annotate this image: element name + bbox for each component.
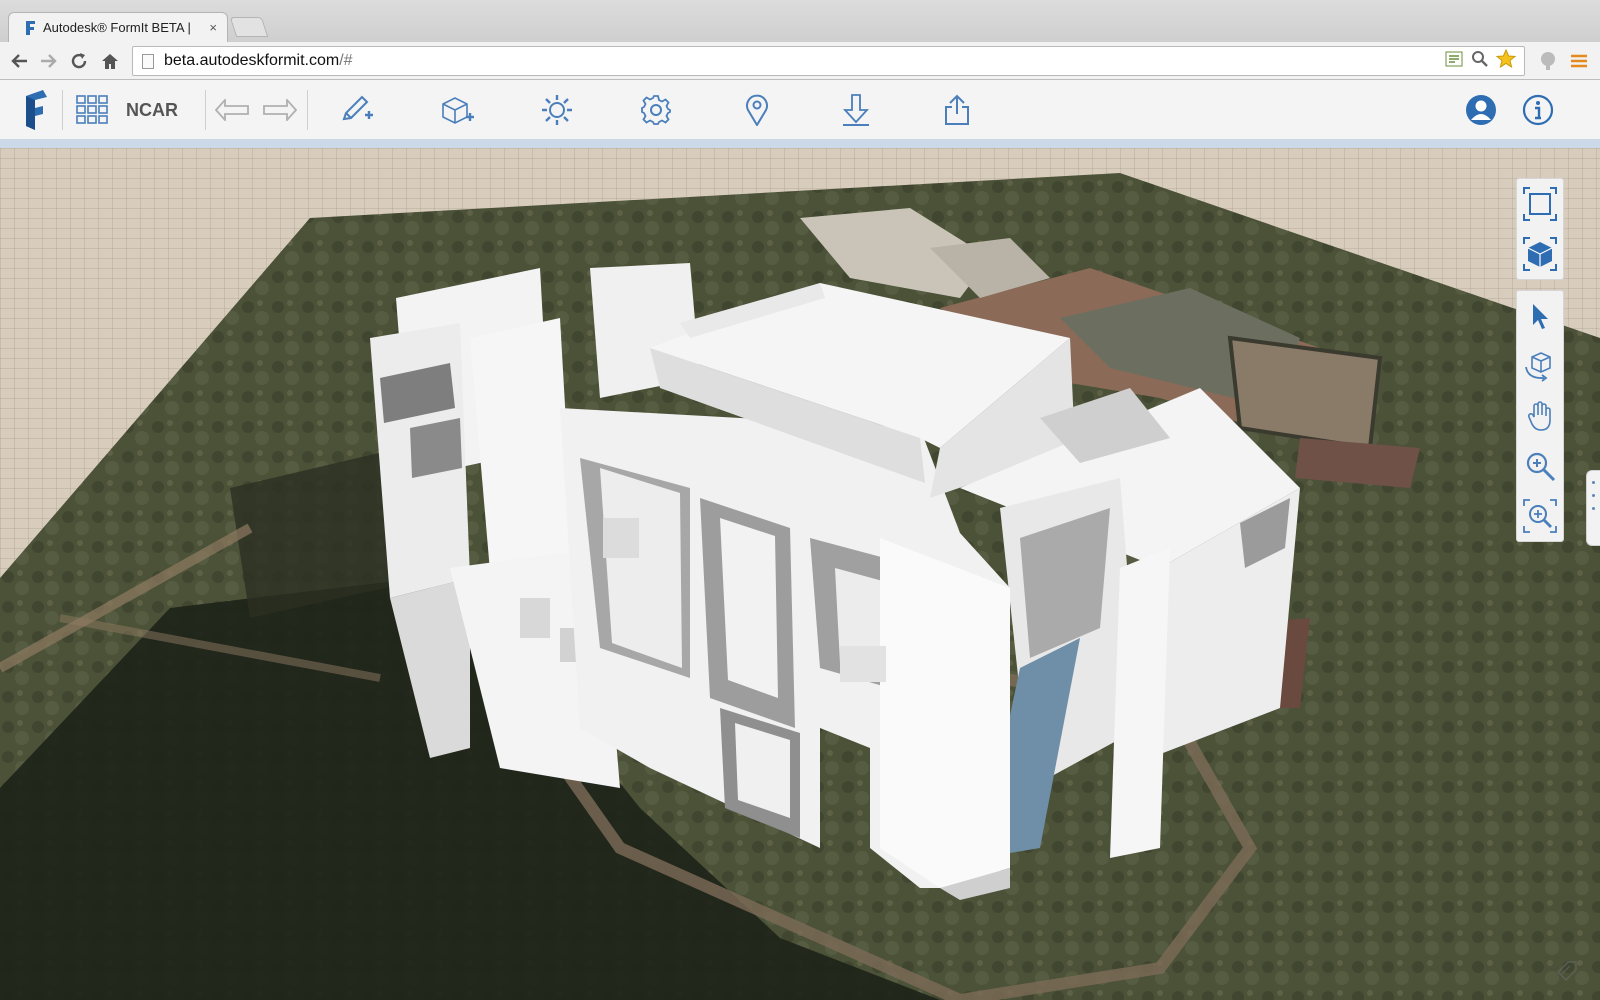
bookmark-star-icon[interactable] [1495,48,1517,73]
info-icon[interactable] [1516,86,1560,134]
pencil-plus-icon[interactable] [336,86,380,134]
extension-icon[interactable] [1537,50,1559,72]
zoom-extents-icon[interactable] [1517,491,1563,541]
formit-logo-icon[interactable] [16,86,56,134]
project-name[interactable]: NCAR [126,100,178,121]
browser-tab[interactable]: Autodesk® FormIt BETA | × [8,12,228,42]
view-mode-panel [1516,178,1564,280]
toolbar-divider [62,90,63,130]
menu-icon[interactable] [1568,50,1590,72]
url-domain: beta.autodeskformit.com [164,52,340,69]
share-icon[interactable] [935,86,979,134]
toolbar-underline [0,140,1600,148]
gear-icon[interactable] [634,86,678,134]
new-tab-button[interactable] [229,17,269,37]
grid-icon[interactable] [72,86,112,134]
browser-tab-strip: Autodesk® FormIt BETA | × [0,0,1600,42]
sun-icon[interactable] [535,86,579,134]
3d-viewport[interactable] [0,148,1600,1000]
redo-arrow-icon[interactable] [260,86,300,134]
zoom-page-icon[interactable] [1471,50,1488,72]
formit-favicon-icon [23,20,37,36]
rss-reader-icon[interactable] [1445,51,1463,72]
pan-hand-icon[interactable] [1517,391,1563,441]
cube-3d-icon[interactable] [1517,229,1563,279]
page-icon [142,53,154,69]
reload-icon[interactable] [66,48,92,74]
forward-icon[interactable] [36,48,62,74]
url-field[interactable]: beta.autodeskformit.com/# [132,46,1525,76]
orbit-icon[interactable] [1517,341,1563,391]
cube-plus-icon[interactable] [436,86,480,134]
side-panel-handle[interactable] [1586,470,1600,546]
back-icon[interactable] [6,48,32,74]
zoom-icon[interactable] [1517,441,1563,491]
toolbar-divider [205,90,206,130]
formit-toolbar: NCAR [0,80,1600,140]
browser-tab-title: Autodesk® FormIt BETA | [43,20,191,35]
navigation-panel [1516,290,1564,542]
undo-arrow-icon[interactable] [212,86,252,134]
frame-2d-icon[interactable] [1517,179,1563,229]
scene-canvas [0,173,1600,1000]
select-pointer-icon[interactable] [1517,291,1563,341]
user-icon[interactable] [1459,86,1503,134]
url-path: /# [339,52,353,69]
tab-close-icon[interactable]: × [209,20,217,35]
toolbar-divider [307,90,308,130]
browser-address-bar: beta.autodeskformit.com/# [0,42,1600,80]
download-arrow-icon[interactable] [834,86,878,134]
home-icon[interactable] [97,48,123,74]
map-pin-icon[interactable] [735,86,779,134]
edit-corner-icon[interactable] [1556,960,1578,982]
